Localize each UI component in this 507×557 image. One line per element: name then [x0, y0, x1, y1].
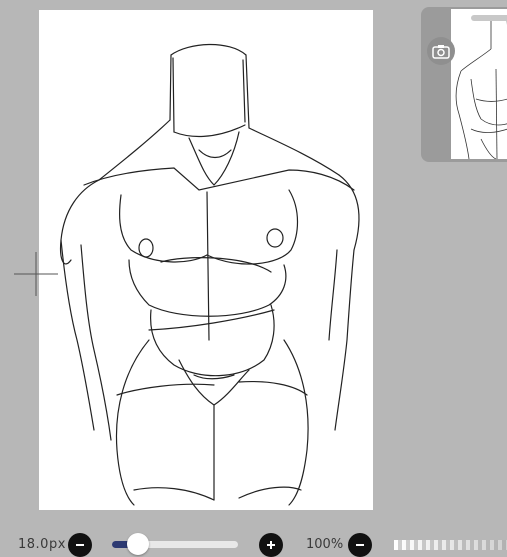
increase-size-button[interactable]: [259, 533, 283, 557]
torso-sketch: [59, 43, 360, 506]
navigator-panel: [421, 7, 507, 162]
plus-icon: [267, 541, 275, 549]
camera-icon: [432, 44, 450, 59]
opacity-value: 100%: [306, 537, 344, 552]
navigator-thumbnail: [455, 19, 507, 159]
brush-toolbar: 18.0px 100%: [0, 525, 507, 557]
crosshair-cursor-icon: [14, 252, 58, 296]
slider-thumb[interactable]: [127, 533, 150, 555]
brush-size-value: 18.0px: [18, 537, 66, 552]
navigator-preview[interactable]: [451, 9, 507, 159]
minus-icon: [356, 544, 364, 546]
navigator-drag-handle[interactable]: [471, 15, 507, 21]
camera-button[interactable]: [427, 37, 455, 65]
decrease-size-button[interactable]: [68, 533, 92, 557]
brush-size-slider[interactable]: [112, 533, 238, 555]
decrease-opacity-button[interactable]: [348, 533, 372, 557]
drawing-canvas[interactable]: [39, 10, 373, 510]
opacity-slider[interactable]: [394, 540, 507, 550]
minus-icon: [76, 544, 84, 546]
